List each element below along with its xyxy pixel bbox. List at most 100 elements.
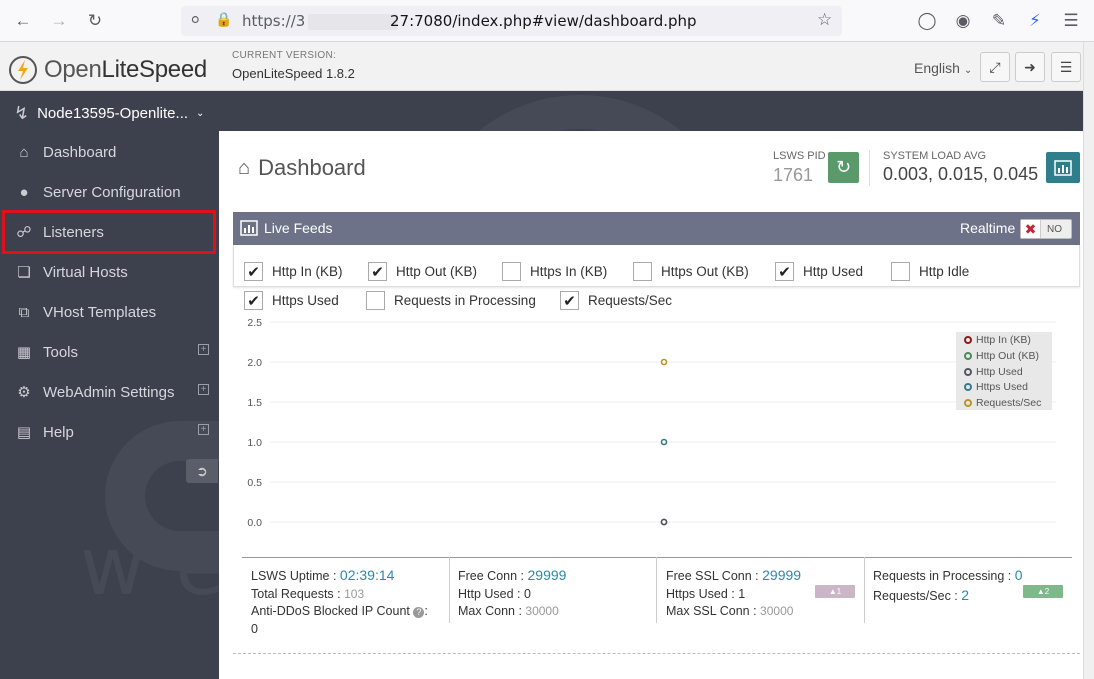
- checkbox-box[interactable]: ✔: [368, 262, 387, 281]
- sidebar-item-label: WebAdmin Settings: [43, 383, 175, 401]
- expand-plus-icon[interactable]: +: [198, 384, 209, 395]
- ssl-trend-badge: ▲1: [815, 585, 855, 598]
- y-tick-label: 0.0: [247, 517, 262, 529]
- back-icon[interactable]: ←: [12, 10, 34, 32]
- sidebar-item-server-configuration[interactable]: ● Server Configuration: [0, 173, 219, 211]
- pocket-icon[interactable]: ◯: [916, 10, 938, 32]
- checkbox-box[interactable]: [891, 262, 910, 281]
- feed-checkbox[interactable]: ✔ Http In (KB): [244, 262, 343, 281]
- feed-checkbox[interactable]: Http Idle: [891, 262, 969, 281]
- menu-icon[interactable]: ☰: [1060, 10, 1082, 32]
- checkbox-box[interactable]: [366, 291, 385, 310]
- legend-item[interactable]: Requests/Sec: [964, 397, 1041, 409]
- load-label: SYSTEM LOAD AVG: [883, 150, 987, 162]
- sidebar-item-virtual-hosts[interactable]: ❏ Virtual Hosts: [0, 253, 219, 291]
- bolt-icon: ↯: [14, 103, 30, 123]
- http-used-label: Http Used :: [458, 587, 521, 601]
- address-bar[interactable]: ⚪ 🔒 https://3 27:7080/index.php#view/das…: [181, 6, 842, 36]
- req-sec-value: 2: [961, 587, 970, 603]
- feed-checkbox[interactable]: ✔ Http Used: [775, 262, 863, 281]
- ddos-stat: Anti-DDoS Blocked IP Count ?:: [251, 604, 428, 618]
- load-value: 0.003, 0.015, 0.045: [883, 164, 1039, 184]
- bolt-icon[interactable]: ⚡: [1024, 10, 1046, 32]
- lock-icon: 🔒: [215, 11, 233, 27]
- req-proc-stat: Requests in Processing : 0: [873, 567, 1023, 583]
- extensions-icon[interactable]: ✎: [988, 10, 1010, 32]
- free-conn-stat: Free Conn : 29999: [458, 567, 566, 583]
- legend-item[interactable]: Http In (KB): [964, 334, 1031, 346]
- feed-checkbox[interactable]: Https Out (KB): [633, 262, 749, 281]
- node-selector[interactable]: ↯ Node13595-Openlite... ⌄: [14, 103, 204, 124]
- y-tick-label: 2.5: [247, 317, 262, 329]
- sidebar-item-dashboard[interactable]: ⌂ Dashboard: [0, 133, 219, 171]
- http-used-value: 0: [524, 587, 531, 601]
- checkbox-box[interactable]: [502, 262, 521, 281]
- checkbox-box[interactable]: ✔: [244, 291, 263, 310]
- version-label: CURRENT VERSION:: [232, 50, 337, 61]
- legend-label: Requests/Sec: [976, 397, 1042, 410]
- logo-text: OpenLiteSpeed: [44, 56, 207, 84]
- bar-chart-icon: [1054, 159, 1072, 176]
- data-point[interactable]: [660, 358, 668, 366]
- scrollbar[interactable]: [1083, 42, 1094, 679]
- language-label: English: [914, 60, 960, 76]
- sidebar-item-label: VHost Templates: [43, 303, 157, 321]
- req-proc-value: 0: [1014, 567, 1023, 583]
- checkbox-box[interactable]: ✔: [244, 262, 263, 281]
- realtime-toggle[interactable]: ✖ NO: [1020, 219, 1072, 239]
- legend-dot: [964, 336, 972, 344]
- data-point[interactable]: [660, 518, 668, 526]
- listeners-highlight-box: [2, 210, 216, 254]
- checkbox-label: Http In (KB): [272, 264, 343, 279]
- req-sec-stat: Requests/Sec : 2: [873, 587, 969, 603]
- fullscreen-button[interactable]: ⤢: [980, 52, 1010, 82]
- feed-checkbox[interactable]: Https In (KB): [502, 262, 607, 281]
- reload-icon[interactable]: ↻: [84, 10, 106, 32]
- close-icon: ✖: [1021, 220, 1041, 238]
- expand-plus-icon[interactable]: +: [198, 424, 209, 435]
- restart-button[interactable]: ↻: [828, 152, 859, 183]
- toggle-menu-button[interactable]: ☰: [1051, 52, 1081, 82]
- help-icon[interactable]: ?: [413, 607, 425, 618]
- feed-checkbox[interactable]: ✔ Requests/Sec: [560, 291, 672, 310]
- checkbox-label: Requests in Processing: [394, 293, 536, 308]
- legend-item[interactable]: Http Used: [964, 366, 1023, 378]
- logo[interactable]: OpenLiteSpeed: [8, 55, 207, 85]
- sidebar-item-webadmin-settings[interactable]: ⚙ WebAdmin Settings +: [0, 373, 219, 411]
- free-conn-label: Free Conn :: [458, 569, 525, 583]
- chevron-down-icon: ⌄: [963, 65, 973, 76]
- ddos-label: Anti-DDoS Blocked IP Count: [251, 604, 410, 618]
- checkbox-box[interactable]: ✔: [775, 262, 794, 281]
- https-used-stat: Https Used : 1: [666, 587, 745, 601]
- chevron-down-icon: ⌄: [196, 108, 205, 119]
- language-select[interactable]: English ⌄: [914, 60, 972, 76]
- logo-open: Open: [44, 56, 102, 83]
- checkbox-box[interactable]: ✔: [560, 291, 579, 310]
- realtime-state: NO: [1047, 223, 1062, 235]
- legend-label: Http Used: [976, 365, 1023, 378]
- sidebar-item-vhost-templates[interactable]: ⧉ VHost Templates: [0, 293, 219, 331]
- copy-icon: ⧉: [18, 303, 30, 321]
- feed-checkbox[interactable]: ✔ Http Out (KB): [368, 262, 477, 281]
- sidebar-item-tools[interactable]: ▦ Tools +: [0, 333, 219, 371]
- max-conn-stat: Max Conn : 30000: [458, 604, 559, 618]
- total-requests-label: Total Requests :: [251, 587, 341, 601]
- checkbox-box[interactable]: [633, 262, 652, 281]
- feed-checkbox[interactable]: ✔ Https Used: [244, 291, 339, 310]
- stats-button[interactable]: [1046, 152, 1080, 183]
- forward-icon[interactable]: →: [48, 10, 70, 32]
- expand-plus-icon[interactable]: +: [198, 344, 209, 355]
- bookmark-star-icon[interactable]: ☆: [817, 10, 832, 30]
- grid-icon: ▦: [16, 344, 32, 361]
- feed-checkbox[interactable]: Requests in Processing: [366, 291, 536, 310]
- data-point[interactable]: [660, 438, 668, 446]
- sidebar-collapse-button[interactable]: ➲: [186, 459, 218, 483]
- account-icon[interactable]: ◉: [952, 10, 974, 32]
- free-ssl-stat: Free SSL Conn : 29999: [666, 567, 801, 583]
- legend-item[interactable]: Https Used: [964, 381, 1028, 393]
- legend-item[interactable]: Http Out (KB): [964, 350, 1039, 362]
- logout-button[interactable]: ➜: [1015, 52, 1045, 82]
- uptime-stat: LSWS Uptime : 02:39:14: [251, 567, 394, 583]
- sidebar-item-help[interactable]: ▤ Help +: [0, 413, 219, 451]
- sidebar-item-label: Virtual Hosts: [43, 263, 128, 281]
